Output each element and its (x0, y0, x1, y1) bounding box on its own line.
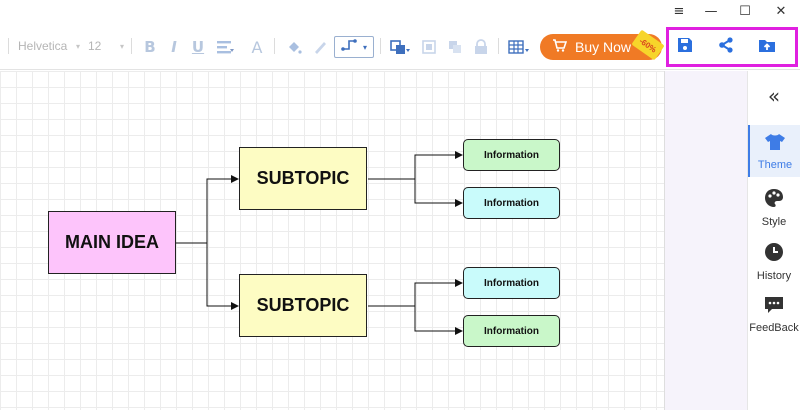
rail-item-theme[interactable]: Theme (748, 125, 800, 177)
rail-item-style[interactable]: Style (748, 180, 800, 232)
main-idea-node[interactable]: MAIN IDEA (48, 211, 176, 274)
rail-item-label: History (756, 270, 792, 282)
rail-item-history[interactable]: History (748, 234, 800, 286)
information-node[interactable]: Information (463, 267, 560, 299)
tshirt-icon (764, 133, 786, 156)
save-icon[interactable] (677, 37, 695, 55)
maximize-icon[interactable]: ☐ (730, 0, 760, 22)
minimize-icon[interactable]: — (696, 0, 726, 22)
collapse-panel-icon[interactable]: « (760, 84, 788, 108)
share-icon[interactable] (718, 37, 736, 55)
subtopic-node[interactable]: SUBTOPIC (239, 274, 367, 337)
information-node[interactable]: Information (463, 187, 560, 219)
menu-icon[interactable]: ≡ (664, 0, 694, 22)
side-panel (665, 71, 747, 410)
chat-icon (764, 296, 784, 319)
information-node[interactable]: Information (463, 139, 560, 171)
palette-icon (764, 188, 784, 213)
export-icon[interactable] (758, 37, 776, 55)
rail-item-feedback[interactable]: FeedBack (748, 288, 800, 340)
information-node[interactable]: Information (463, 315, 560, 347)
app-window: ≡ — ☐ ✕ Helvetica ▾ 12 ▾ B I U A ▾ Buy N… (0, 0, 800, 410)
clock-icon (764, 242, 784, 267)
rail-item-label: Theme (757, 159, 793, 171)
close-icon[interactable]: ✕ (766, 0, 796, 22)
subtopic-node[interactable]: SUBTOPIC (239, 147, 367, 210)
rail-item-label: FeedBack (749, 322, 799, 334)
rail-item-label: Style (761, 216, 787, 228)
